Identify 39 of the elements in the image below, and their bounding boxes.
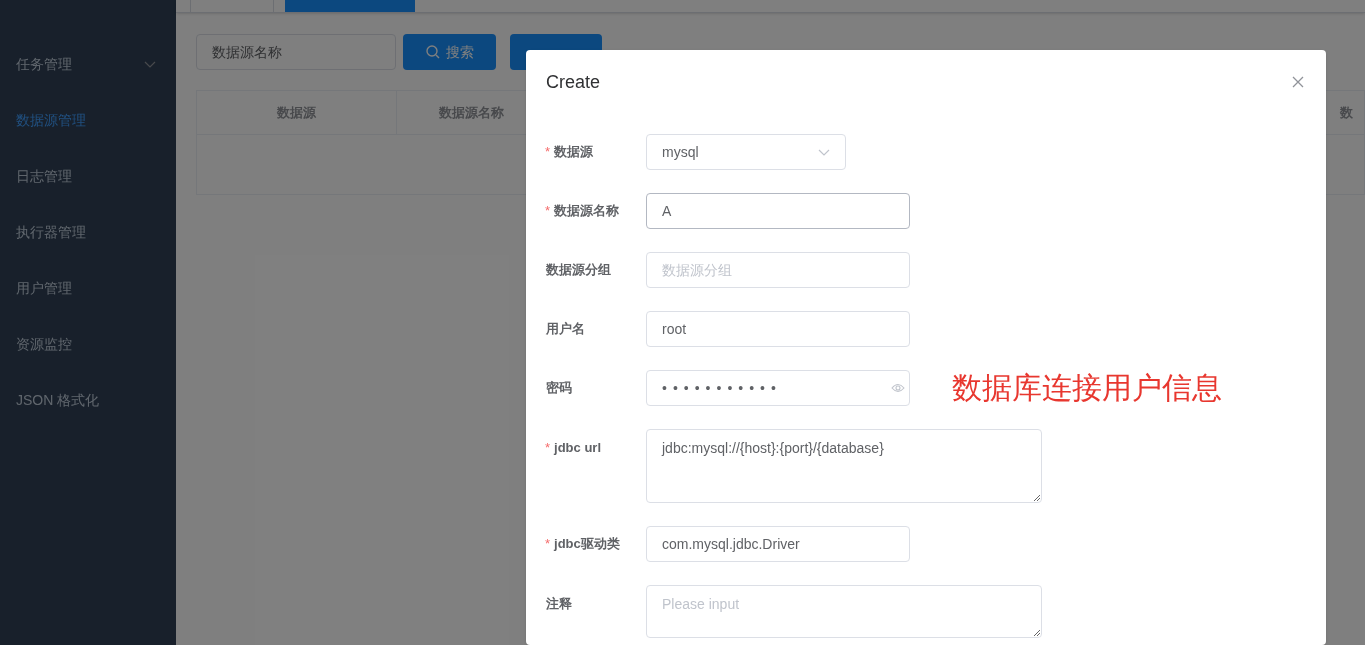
text-area-field[interactable]: Please input	[646, 585, 1042, 638]
search-button[interactable]: 搜索	[403, 34, 496, 70]
resize-handle-icon[interactable]	[1033, 629, 1040, 636]
resize-handle-icon[interactable]	[1033, 494, 1040, 501]
input-field[interactable]: com.mysql.jdbc.Driver	[646, 526, 910, 562]
search-icon	[425, 45, 440, 59]
required-mark: *	[545, 202, 551, 221]
input-field[interactable]: root	[646, 311, 910, 347]
field-label: 数据源名称	[554, 202, 620, 221]
menu-item[interactable]: 日志管理	[0, 148, 176, 204]
required-mark: *	[545, 535, 551, 554]
search-field[interactable]: 数据源名称	[196, 34, 396, 70]
required-mark: *	[545, 439, 551, 457]
input-field[interactable]: 数据源分组	[646, 252, 910, 288]
menu-item[interactable]: 任务管理	[0, 36, 176, 92]
search-placeholder: 数据源名称	[212, 42, 282, 62]
field-label: 数据源分组	[546, 261, 611, 280]
chevron-down-icon	[818, 148, 830, 156]
field-label: jdbc url	[554, 439, 601, 457]
eye-icon[interactable]	[891, 383, 905, 393]
field-label: 用户名	[546, 320, 585, 339]
field-label: 密码	[546, 379, 572, 398]
menu-item[interactable]: 用户管理	[0, 260, 176, 316]
required-mark: *	[545, 143, 551, 162]
chevron-down-icon	[144, 60, 156, 68]
menu-item[interactable]: 资源监控	[0, 316, 176, 372]
text-area-field[interactable]: jdbc:mysql://{host}:{port}/{database}	[646, 429, 1042, 503]
menu-item[interactable]: 数据源管理	[0, 92, 176, 148]
menu-item[interactable]: JSON 格式化	[0, 372, 176, 428]
close-icon[interactable]	[1292, 76, 1304, 88]
annotation-text: 数据库连接用户信息	[952, 370, 1222, 406]
input-field[interactable]: •••••••••••	[646, 370, 910, 406]
menu-item[interactable]: 执行器管理	[0, 204, 176, 260]
field-label: jdbc驱动类	[554, 535, 620, 554]
input-field[interactable]: A	[646, 193, 910, 229]
field-label: 注释	[546, 595, 572, 613]
dialog-title: Create	[546, 71, 601, 94]
field-label: 数据源	[554, 143, 594, 162]
select-field[interactable]: mysql	[646, 134, 846, 170]
